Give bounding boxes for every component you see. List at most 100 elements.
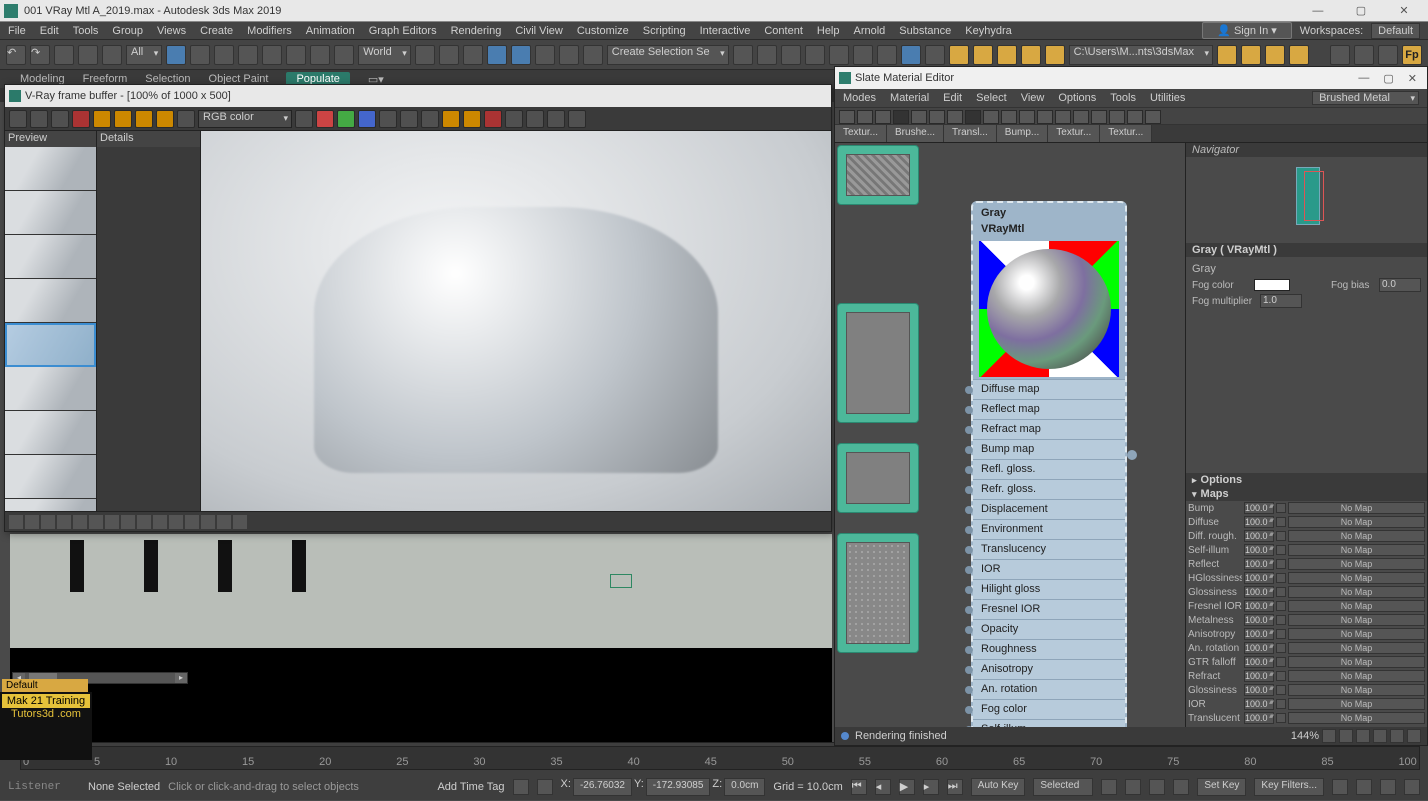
map-amount-spinner[interactable]: 100.0: [1244, 628, 1274, 640]
map-amount-spinner[interactable]: 100.0: [1244, 642, 1274, 654]
viewport[interactable]: [10, 534, 832, 742]
map-slot-button[interactable]: No Map: [1288, 502, 1425, 514]
vfb-fbtn[interactable]: [9, 515, 23, 529]
play-next-icon[interactable]: ▸: [923, 779, 939, 795]
slate-tb-button[interactable]: [983, 110, 999, 124]
node-slot[interactable]: Opacity: [973, 619, 1125, 639]
misc1-button[interactable]: [1330, 45, 1350, 65]
keyfilters-button[interactable]: Key Filters...: [1254, 778, 1324, 796]
node-slot[interactable]: Hilight gloss: [973, 579, 1125, 599]
material-header[interactable]: Gray ( VRayMtl ): [1186, 243, 1427, 257]
layers-button[interactable]: [781, 45, 801, 65]
map-slot-button[interactable]: No Map: [1288, 572, 1425, 584]
node-slot[interactable]: Fog color: [973, 699, 1125, 719]
keyboard-button[interactable]: [463, 45, 483, 65]
vfb-fbtn[interactable]: [169, 515, 183, 529]
nav-btn[interactable]: [1101, 779, 1117, 795]
workspaces-select[interactable]: Default: [1371, 23, 1420, 39]
menu-modifiers[interactable]: Modifiers: [247, 25, 292, 37]
vfb-mono-icon[interactable]: [379, 110, 397, 128]
map-checkbox[interactable]: [1276, 615, 1286, 625]
pivot-button[interactable]: [415, 45, 435, 65]
select-rect-button[interactable]: [214, 45, 234, 65]
map-slot-button[interactable]: No Map: [1288, 516, 1425, 528]
slate-tb-button[interactable]: [1127, 110, 1143, 124]
slate-tb-button[interactable]: [1055, 110, 1071, 124]
vfb-d-icon[interactable]: [156, 110, 174, 128]
zoom-btn[interactable]: [1407, 729, 1421, 743]
slate-menu-utilities[interactable]: Utilities: [1150, 92, 1185, 104]
menu-help[interactable]: Help: [817, 25, 840, 37]
scale-button[interactable]: [310, 45, 330, 65]
slate-tb-button[interactable]: [1145, 110, 1161, 124]
vfb-track-icon[interactable]: [526, 110, 544, 128]
mirror-button[interactable]: [733, 45, 753, 65]
slate-tab[interactable]: Textur...: [1048, 125, 1100, 142]
slate-tab[interactable]: Brushe...: [887, 125, 944, 142]
named-sel-select[interactable]: Create Selection Se: [607, 45, 729, 65]
angle-snap-button[interactable]: [511, 45, 531, 65]
menu-views[interactable]: Views: [157, 25, 186, 37]
vfb-bch-icon[interactable]: [358, 110, 376, 128]
vfb-folder-icon[interactable]: [442, 110, 460, 128]
zoom-btn[interactable]: [1390, 729, 1404, 743]
schematic-button[interactable]: [853, 45, 873, 65]
select-name-button[interactable]: [190, 45, 210, 65]
map-amount-spinner[interactable]: 100.0: [1244, 698, 1274, 710]
vfb-save-icon[interactable]: [9, 110, 27, 128]
texture-node[interactable]: [837, 303, 919, 423]
proj3-button[interactable]: [1265, 45, 1285, 65]
vfb-thumb[interactable]: [5, 147, 96, 191]
map-slot-button[interactable]: No Map: [1288, 558, 1425, 570]
map-amount-spinner[interactable]: 100.0: [1244, 502, 1274, 514]
fog-mult-spinner[interactable]: 1.0: [1260, 294, 1302, 308]
options-rollout[interactable]: Options: [1186, 473, 1427, 487]
material-editor-button[interactable]: [877, 45, 897, 65]
filter-select[interactable]: All: [126, 45, 162, 65]
menu-interactive[interactable]: Interactive: [700, 25, 751, 37]
node-slot[interactable]: Bump map: [973, 439, 1125, 459]
render5-button[interactable]: [1045, 45, 1065, 65]
move-button[interactable]: [262, 45, 282, 65]
zoom-btn[interactable]: [1339, 729, 1353, 743]
node-slot[interactable]: An. rotation: [973, 679, 1125, 699]
menu-scripting[interactable]: Scripting: [643, 25, 686, 37]
map-slot-button[interactable]: No Map: [1288, 586, 1425, 598]
map-slot-button[interactable]: No Map: [1288, 628, 1425, 640]
node-slot[interactable]: Refr. gloss.: [973, 479, 1125, 499]
map-checkbox[interactable]: [1276, 559, 1286, 569]
path-select[interactable]: C:\Users\M...nts\3dsMax: [1069, 45, 1213, 65]
vfb-load-icon[interactable]: [30, 110, 48, 128]
vfb-fbtn[interactable]: [57, 515, 71, 529]
spinner-snap-button[interactable]: [559, 45, 579, 65]
proj4-button[interactable]: [1289, 45, 1309, 65]
slate-tb-button[interactable]: [875, 110, 891, 124]
vfb-render-view[interactable]: [201, 131, 831, 511]
vfb-channel-select[interactable]: RGB color: [198, 110, 292, 128]
zoom-btn[interactable]: [1373, 729, 1387, 743]
map-slot-button[interactable]: No Map: [1288, 698, 1425, 710]
render3-button[interactable]: [997, 45, 1017, 65]
misc3-button[interactable]: [1378, 45, 1398, 65]
vfb-thumb[interactable]: [5, 235, 96, 279]
vfb-g-icon[interactable]: [337, 110, 355, 128]
slate-close-button[interactable]: ✕: [1408, 72, 1417, 85]
map-checkbox[interactable]: [1276, 573, 1286, 583]
map-amount-spinner[interactable]: 100.0: [1244, 572, 1274, 584]
vfb-stop-icon[interactable]: [72, 110, 90, 128]
play-icon[interactable]: ▶: [899, 779, 915, 795]
render-button[interactable]: [949, 45, 969, 65]
slate-menu-material[interactable]: Material: [890, 92, 929, 104]
map-amount-spinner[interactable]: 100.0: [1244, 656, 1274, 668]
vfb-fbtn[interactable]: [233, 515, 247, 529]
map-checkbox[interactable]: [1276, 643, 1286, 653]
map-amount-spinner[interactable]: 100.0: [1244, 600, 1274, 612]
signin-button[interactable]: 👤 Sign In ▾: [1202, 22, 1292, 39]
vfb-fbtn[interactable]: [105, 515, 119, 529]
map-slot-button[interactable]: No Map: [1288, 544, 1425, 556]
map-checkbox[interactable]: [1276, 657, 1286, 667]
coord-select[interactable]: World: [358, 45, 411, 65]
vfb-fbtn[interactable]: [201, 515, 215, 529]
zoom-btn[interactable]: [1356, 729, 1370, 743]
node-slot[interactable]: Fresnel IOR: [973, 599, 1125, 619]
